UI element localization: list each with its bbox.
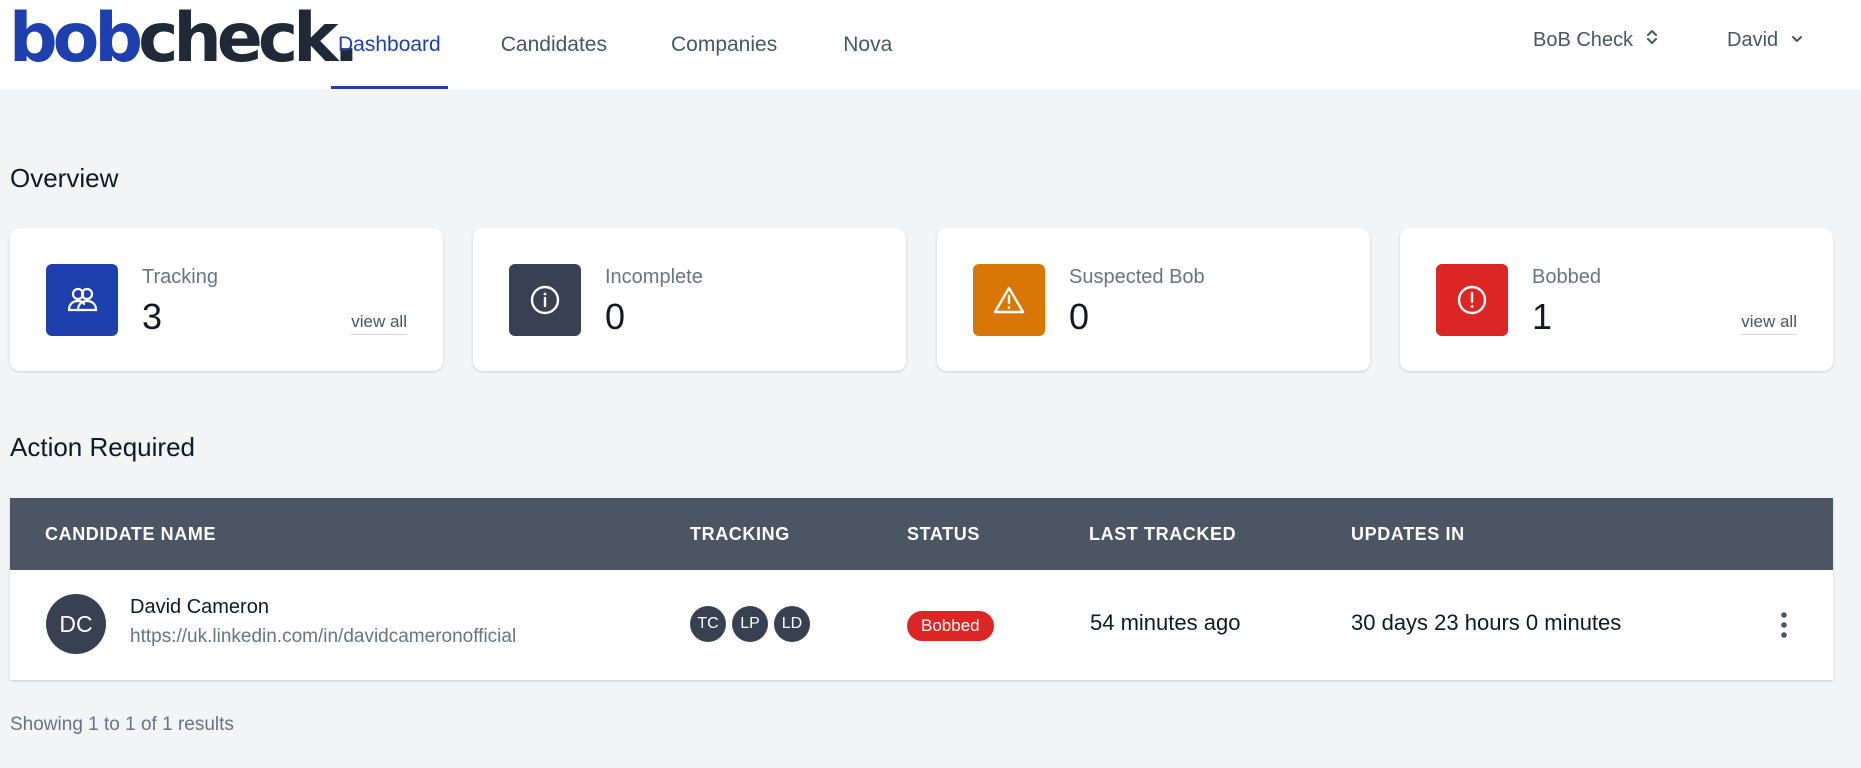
card-tracking-value: 3	[142, 296, 163, 337]
user-menu[interactable]: David	[1727, 24, 1804, 56]
org-switcher-label: BoB Check	[1533, 28, 1634, 51]
nav-candidates[interactable]: Candidates	[494, 0, 614, 89]
card-suspected-bob-label: Suspected Bob	[1069, 266, 1205, 288]
column-header-status: STATUS	[907, 524, 980, 544]
logo-text-bob: bob	[9, 0, 143, 78]
avatar: DC	[46, 594, 106, 654]
column-header-updates-in: UPDATES IN	[1351, 524, 1465, 544]
tracker-avatar: TC	[690, 606, 726, 642]
card-bobbed-label: Bobbed	[1532, 266, 1601, 288]
candidate-linkedin-link[interactable]: https://uk.linkedin.com/in/davidcamerono…	[130, 626, 516, 648]
bobcheck-logo[interactable]: bobcheck.	[9, 4, 359, 74]
info-icon	[509, 264, 581, 336]
updates-in-value: 30 days 23 hours 0 minutes	[1351, 610, 1622, 635]
card-suspected-bob: Suspected Bob 0	[937, 228, 1370, 371]
nav-companies[interactable]: Companies	[664, 0, 784, 89]
bobbed-view-all-link[interactable]: view all	[1741, 312, 1797, 335]
card-tracking-label: Tracking	[142, 266, 218, 288]
nav-nova[interactable]: Nova	[836, 0, 899, 89]
alert-circle-icon	[1436, 264, 1508, 336]
chevron-up-down-icon	[1645, 27, 1659, 53]
status-badge: Bobbed	[907, 611, 994, 641]
warning-icon	[973, 264, 1045, 336]
candidate-name[interactable]: David Cameron	[130, 596, 269, 619]
more-options-icon[interactable]	[1772, 610, 1796, 640]
card-incomplete-value: 0	[605, 296, 626, 337]
card-incomplete-label: Incomplete	[605, 266, 703, 288]
nav-dashboard[interactable]: Dashboard	[331, 0, 448, 89]
card-incomplete: Incomplete 0	[473, 228, 906, 371]
pagination-summary: Showing 1 to 1 of 1 results	[10, 714, 234, 735]
card-suspected-bob-value: 0	[1069, 296, 1090, 337]
column-header-last-tracked: LAST TRACKED	[1089, 524, 1237, 544]
table-header: CANDIDATE NAME TRACKING STATUS LAST TRAC…	[10, 498, 1833, 570]
action-required-table: CANDIDATE NAME TRACKING STATUS LAST TRAC…	[10, 498, 1833, 680]
action-required-heading: Action Required	[10, 432, 195, 462]
tracker-avatars: TC LP LD	[690, 606, 810, 642]
tracker-avatar: LD	[774, 606, 810, 642]
table-row[interactable]: DC David Cameron https://uk.linkedin.com…	[10, 570, 1833, 680]
chevron-down-icon	[1790, 29, 1804, 52]
overview-heading: Overview	[10, 163, 119, 193]
logo-text-check: check	[138, 0, 338, 78]
column-header-candidate-name: CANDIDATE NAME	[45, 524, 217, 544]
card-tracking: Tracking 3 view all	[10, 228, 443, 371]
top-navigation-bar: bobcheck. Dashboard Candidates Companies…	[0, 0, 1861, 89]
card-bobbed: Bobbed 1 view all	[1400, 228, 1833, 371]
main-nav: Dashboard Candidates Companies Nova	[331, 0, 945, 89]
last-tracked-value: 54 minutes ago	[1090, 610, 1241, 635]
column-header-tracking: TRACKING	[690, 524, 790, 544]
user-menu-label: David	[1727, 28, 1779, 51]
users-icon	[46, 264, 118, 336]
tracker-avatar: LP	[732, 606, 768, 642]
org-switcher[interactable]: BoB Check	[1533, 24, 1659, 56]
tracking-view-all-link[interactable]: view all	[351, 312, 407, 335]
card-bobbed-value: 1	[1532, 296, 1553, 337]
